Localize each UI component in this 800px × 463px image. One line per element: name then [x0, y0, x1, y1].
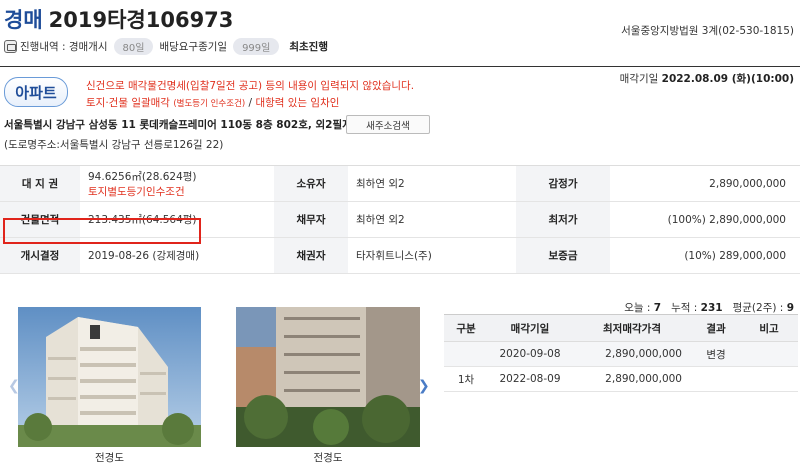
sale-date: 매각기일 2022.08.09 (화)(10:00): [620, 71, 794, 86]
min-price-value: (100%) 2,890,000,000: [610, 201, 800, 238]
table-row: 개시결정 2019-08-26 (강제경매) 채권자 타자휘트니스(주) 보증금…: [0, 237, 800, 274]
row-date: 2020-09-08: [488, 341, 572, 367]
property-address: 서울특별시 강남구 삼성동 11 롯데캐슬프레미어 110동 8층 802호, …: [4, 119, 352, 131]
land-label: 대 지 권: [0, 165, 80, 202]
start-decision-label: 개시결정: [0, 237, 80, 274]
debtor-value: 최하연 외2: [348, 201, 516, 238]
photo-caption-2: 전경도: [313, 452, 343, 463]
new-address-search-button[interactable]: 새주소검색: [346, 115, 430, 134]
progress-status: 최초진행: [289, 40, 328, 53]
total-label: 누적 :: [671, 302, 698, 314]
notice-line-1: 신건으로 매각물건명세(입찰7일전 공고) 등의 내용이 입력되지 않았습니다.: [86, 80, 415, 92]
deposit-value: (10%) 289,000,000: [610, 237, 800, 274]
photo-caption-1: 전경도: [95, 452, 124, 463]
row-price: 2,890,000,000: [572, 366, 692, 392]
auction-type-label: 경매: [4, 8, 43, 32]
progress-bar: 진행내역 : 경매개시 80일 배당요구종기일 999일 최초진행: [4, 37, 328, 55]
row-result: [692, 366, 740, 392]
today-count: 7: [653, 302, 662, 314]
case-number: 2019타경106973: [48, 8, 234, 32]
avg-count: 9: [786, 302, 794, 314]
view-stats: 오늘 : 7 누적 : 231 평균(2주) : 9: [624, 300, 794, 315]
row-result: 변경: [692, 341, 740, 367]
row-date: 2022-08-09: [488, 366, 572, 392]
page-title: 경매 2019타경106973: [4, 4, 233, 34]
appraisal-value: 2,890,000,000: [610, 165, 800, 202]
exterior-photo-1[interactable]: [18, 307, 201, 447]
deposit-label: 보증금: [516, 237, 610, 274]
row-round: 1차: [444, 366, 488, 392]
notice-bulk-sale: 토지·건물 일괄매각: [86, 97, 170, 109]
sale-date-value: 2022.08.09 (화)(10:00): [661, 73, 794, 85]
creditor-value: 타자휘트니스(주): [348, 237, 516, 274]
today-label: 오늘 :: [624, 302, 651, 314]
printer-icon[interactable]: [4, 39, 17, 53]
divider: [0, 66, 800, 67]
land-value: 94.6256㎡(28.624평): [88, 170, 197, 183]
row-note: [740, 341, 798, 367]
table-row: 건물면적 213.435㎡(64.564평) 채무자 최하연 외2 최저가 (1…: [0, 201, 800, 238]
progress-label: 진행내역 : 경매개시: [20, 40, 108, 53]
col-header-price: 최저매각가격: [572, 314, 692, 342]
owner-value: 최하연 외2: [348, 165, 516, 202]
col-header-round: 구분: [444, 314, 488, 342]
building-area-value: 213.435㎡(64.564평): [80, 201, 274, 238]
sale-history-table: 구분 매각기일 최저매각가격 결과 비고 2020-09-08 2,890,00…: [444, 314, 798, 392]
days-pill-2: 999일: [233, 37, 280, 55]
notice-tenant: 대항력 있는 임차인: [255, 97, 340, 109]
land-note: 토지별도등기인수조건: [88, 185, 185, 198]
appraisal-label: 감정가: [516, 165, 610, 202]
court-info: 서울중앙지방법원 3계(02-530-1815): [621, 25, 794, 37]
table-row: 1차 2022-08-09 2,890,000,000: [444, 366, 798, 392]
building-area-label: 건물면적: [0, 201, 80, 238]
row-price: 2,890,000,000: [572, 341, 692, 367]
table-row: 2020-09-08 2,890,000,000 변경: [444, 341, 798, 367]
next-photo-arrow-icon[interactable]: ❯: [418, 378, 430, 394]
row-note: [740, 366, 798, 392]
start-decision-value: 2019-08-26 (강제경매): [80, 237, 274, 274]
land-cell: 94.6256㎡(28.624평) 토지별도등기인수조건: [80, 165, 274, 202]
table-header-row: 구분 매각기일 최저매각가격 결과 비고: [444, 314, 798, 342]
debtor-label: 채무자: [274, 201, 348, 238]
property-type-badge: 아파트: [4, 77, 68, 107]
days-pill-1: 80일: [113, 37, 154, 55]
owner-label: 소유자: [274, 165, 348, 202]
col-header-note: 비고: [740, 314, 798, 342]
total-count: 231: [700, 302, 723, 314]
creditor-label: 채권자: [274, 237, 348, 274]
row-round: [444, 341, 488, 367]
col-header-date: 매각기일: [488, 314, 572, 342]
notice-separator: /: [245, 97, 256, 109]
property-info-table: 대 지 권 94.6256㎡(28.624평) 토지별도등기인수조건 소유자 최…: [0, 165, 800, 274]
sale-date-label: 매각기일: [619, 73, 659, 85]
notice-bulk-sale-note: (별도등기 인수조건): [173, 99, 246, 109]
table-row: 대 지 권 94.6256㎡(28.624평) 토지별도등기인수조건 소유자 최…: [0, 165, 800, 202]
notice-line-2: 토지·건물 일괄매각 (별도등기 인수조건) / 대항력 있는 임차인: [86, 95, 339, 110]
avg-label: 평균(2주) :: [732, 302, 784, 314]
progress-label-2: 배당요구종기일: [159, 40, 228, 53]
road-address: (도로명주소:서울특별시 강남구 선릉로126길 22): [4, 139, 224, 151]
exterior-photo-2[interactable]: [236, 307, 420, 447]
min-price-label: 최저가: [516, 201, 610, 238]
col-header-result: 결과: [692, 314, 740, 342]
